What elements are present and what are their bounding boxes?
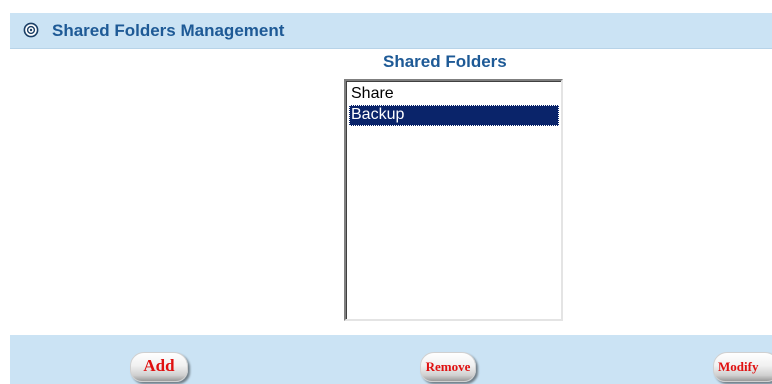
folder-item-backup[interactable]: Backup xyxy=(349,105,559,126)
modify-button[interactable]: Modify xyxy=(713,352,772,382)
panel-title: Shared Folders Management xyxy=(52,21,285,40)
folder-item-share[interactable]: Share xyxy=(349,84,559,105)
shared-folders-list-title: Shared Folders xyxy=(383,52,507,71)
action-bar xyxy=(10,335,772,384)
panel-header: Shared Folders Management xyxy=(10,13,772,49)
shared-folders-listbox[interactable]: Share Backup xyxy=(344,79,563,321)
remove-button[interactable]: Remove xyxy=(420,352,476,382)
target-circle-icon xyxy=(23,22,39,38)
add-button[interactable]: Add xyxy=(130,352,188,382)
shared-folders-management-page: Shared Folders Management Shared Folders… xyxy=(0,0,772,384)
